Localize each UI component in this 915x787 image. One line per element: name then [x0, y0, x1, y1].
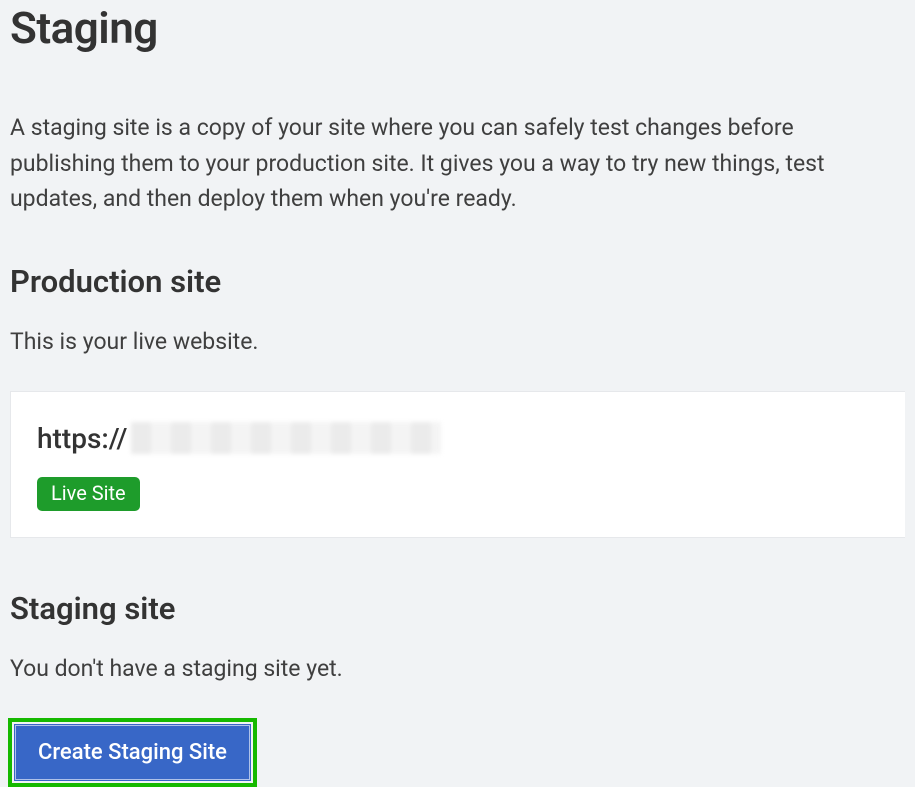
production-description: This is your live website.	[10, 328, 905, 355]
production-url-protocol: https://	[37, 422, 127, 455]
production-url: https://	[37, 422, 879, 455]
staging-heading: Staging site	[10, 590, 905, 627]
production-heading: Production site	[10, 263, 905, 300]
create-staging-site-button[interactable]: Create Staging Site	[15, 725, 250, 780]
staging-intro-text: A staging site is a copy of your site wh…	[10, 110, 890, 217]
production-site-card: https:// Live Site	[10, 391, 905, 538]
create-staging-highlight: Create Staging Site	[8, 718, 257, 787]
page-title: Staging	[10, 2, 905, 54]
live-site-badge: Live Site	[37, 477, 140, 511]
staging-description: You don't have a staging site yet.	[10, 655, 905, 682]
production-url-redacted	[131, 422, 441, 454]
